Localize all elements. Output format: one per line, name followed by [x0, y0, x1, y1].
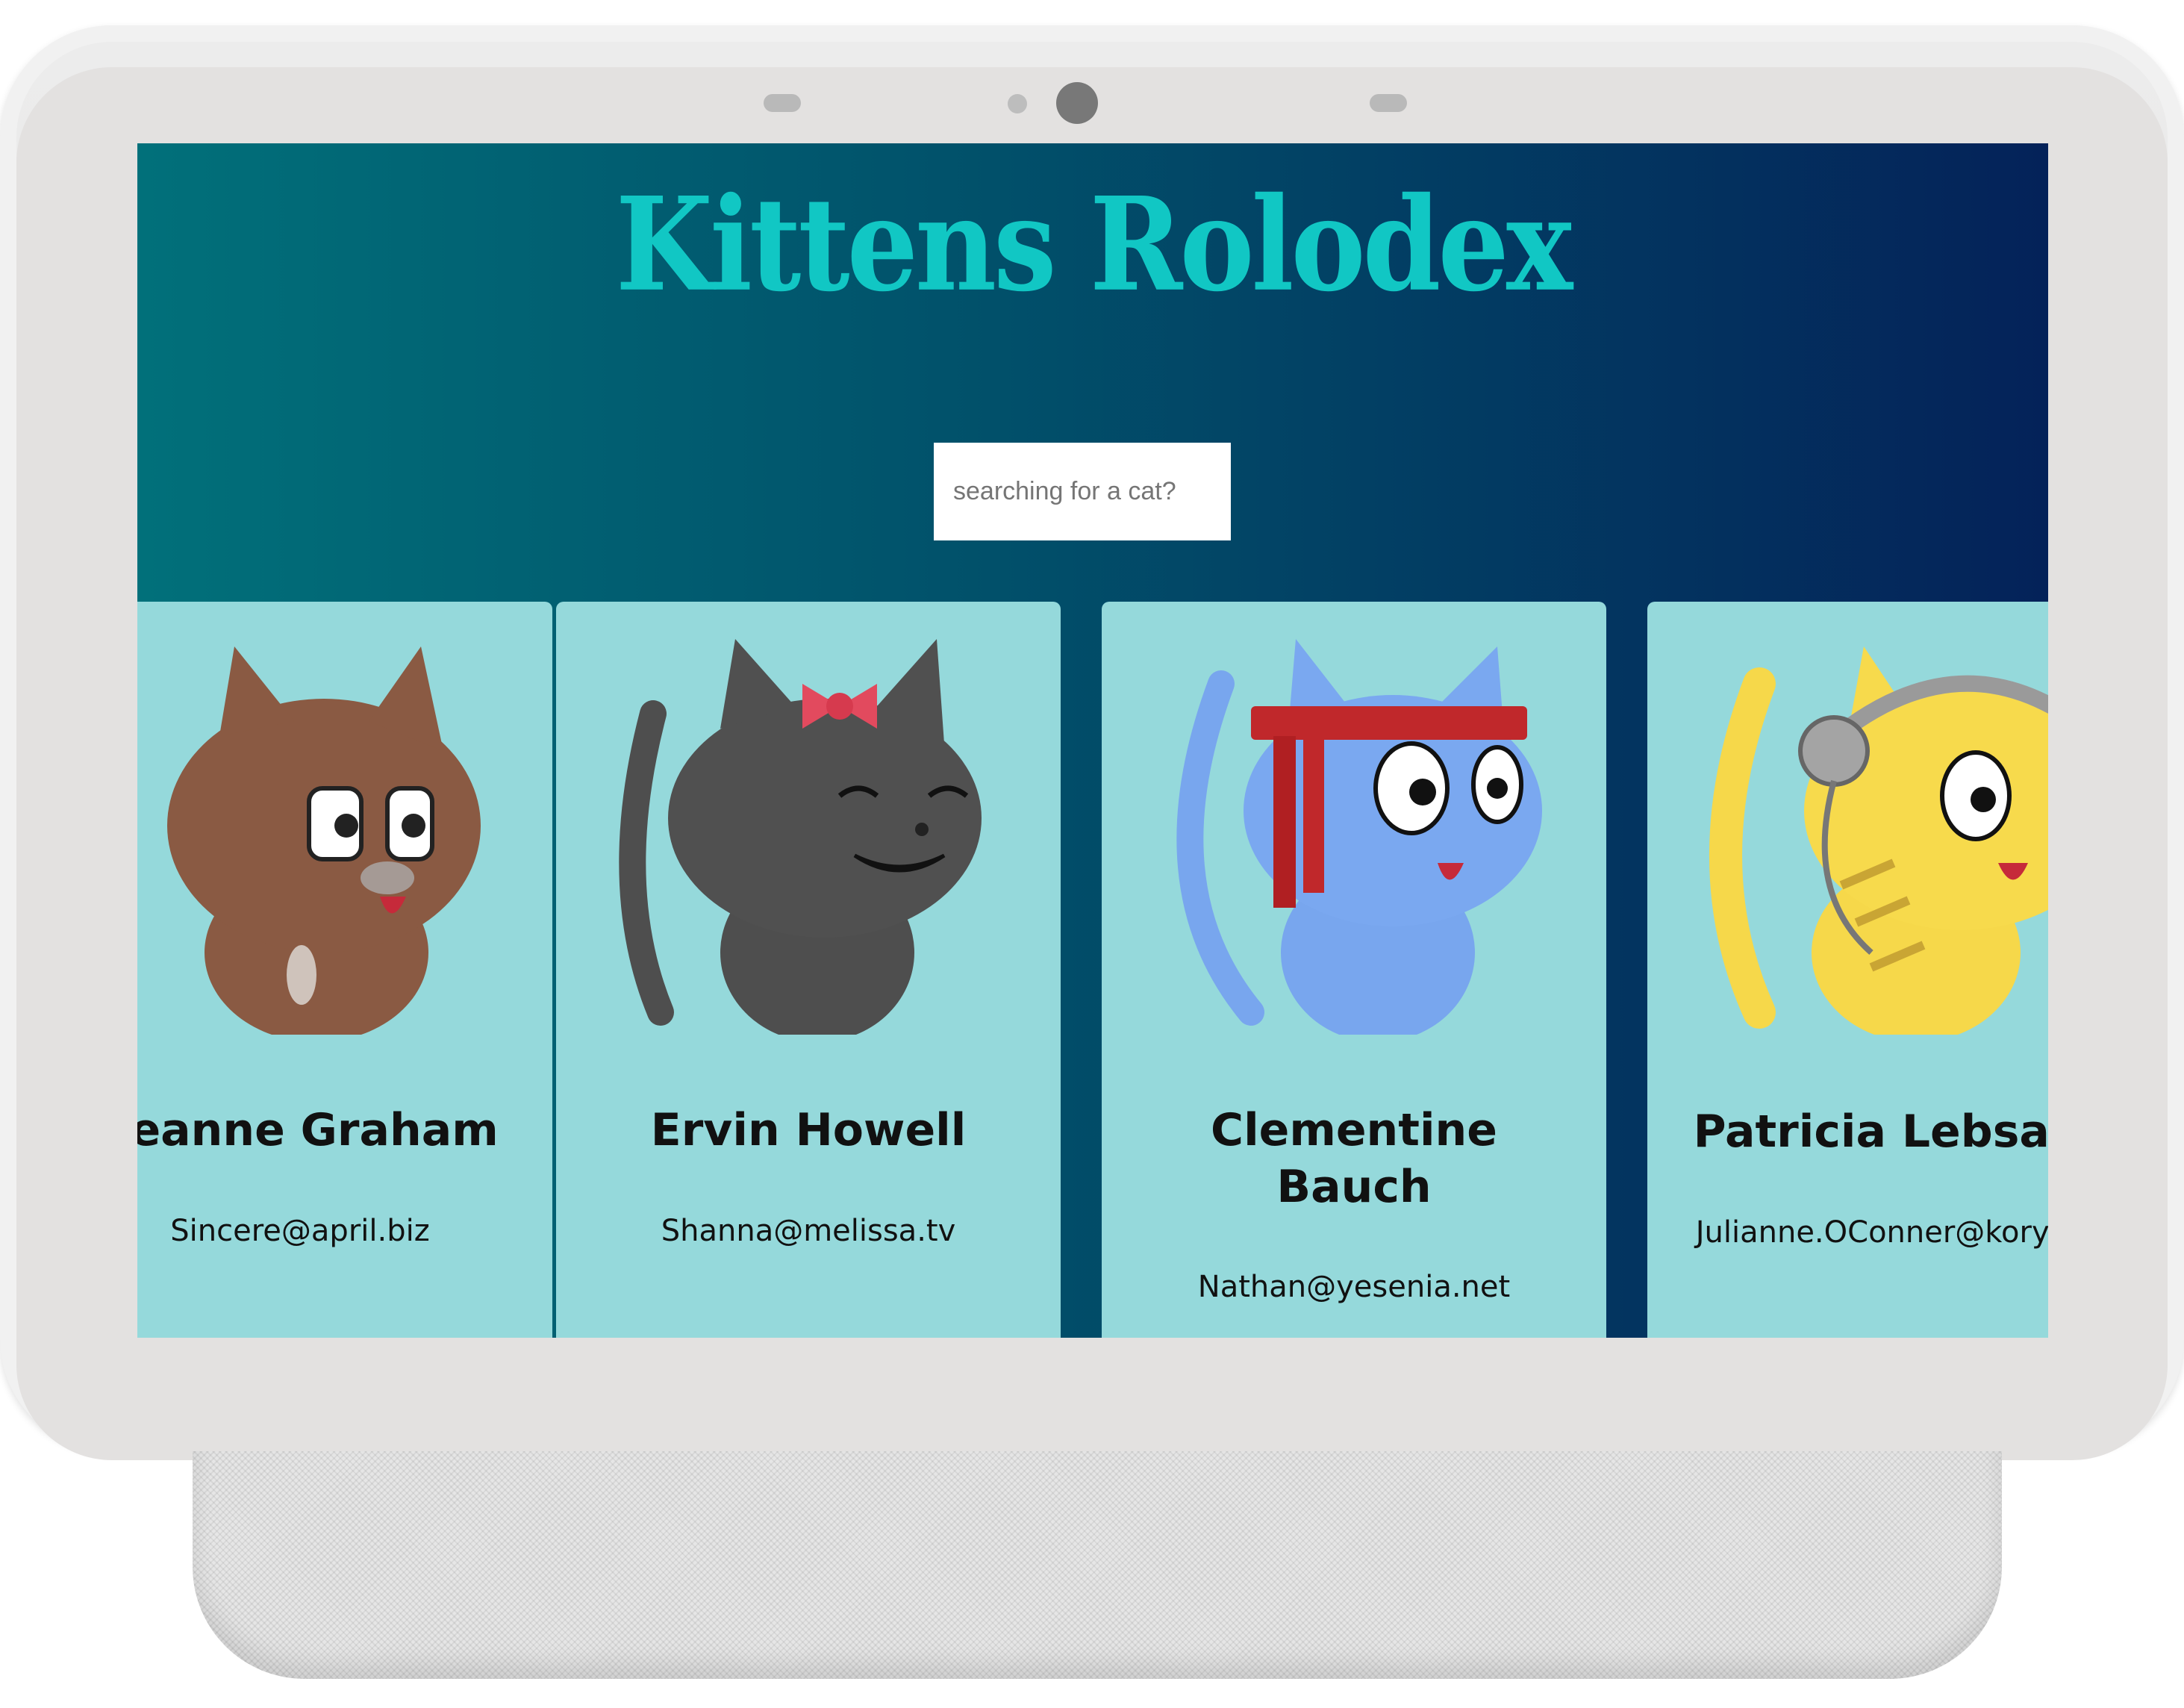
speaker-base: [193, 1451, 2002, 1679]
cat-card[interactable]: Patricia Lebsack Julianne.OConner@kory.o…: [1647, 602, 2048, 1338]
cat-email: Sincere@april.biz: [170, 1214, 430, 1248]
cat-card[interactable]: Ervin Howell Shanna@melissa.tv: [556, 602, 1061, 1338]
page-title: Kittens Rolodex: [615, 169, 1573, 321]
cat-email: Julianne.OConner@kory.org: [1695, 1215, 2048, 1250]
cat-card[interactable]: Leanne Graham Sincere@april.biz: [137, 602, 552, 1338]
search-input[interactable]: [934, 443, 1231, 540]
cat-name: Ervin Howell: [650, 1104, 967, 1156]
cat-image: [167, 646, 481, 1035]
cat-name: Clementine Bauch: [1211, 1104, 1497, 1213]
camera-icon: [1056, 82, 1098, 124]
cat-image: [619, 639, 982, 1035]
cat-image: [1176, 639, 1542, 1035]
cat-card[interactable]: Clementine Bauch Nathan@yesenia.net: [1102, 602, 1606, 1338]
cat-name: Leanne Graham: [137, 1104, 499, 1156]
cat-name: Patricia Lebsack: [1693, 1106, 2048, 1158]
app-screen: Kittens Rolodex Leanne Graham Sincere@ap…: [137, 143, 2048, 1338]
cat-email: Nathan@yesenia.net: [1197, 1270, 1511, 1304]
cat-image: [1709, 646, 2048, 1035]
light-sensor-icon: [1008, 94, 1027, 113]
microphone-icon: [764, 94, 801, 112]
cat-email: Shanna@melissa.tv: [661, 1214, 956, 1248]
microphone-icon: [1370, 94, 1407, 112]
